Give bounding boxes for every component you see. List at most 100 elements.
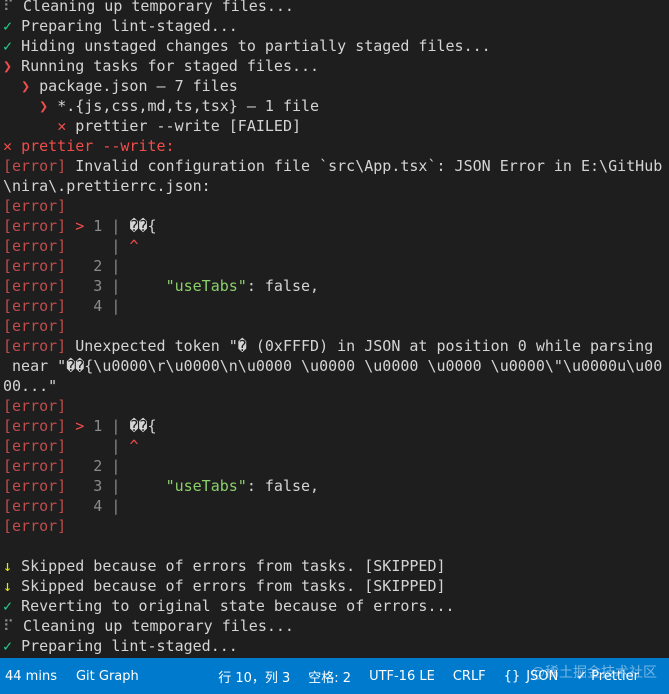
- terminal-line: [error] | ^: [0, 236, 669, 256]
- git-graph-button[interactable]: Git Graph: [76, 658, 139, 694]
- terminal-text-segment: [error]: [3, 237, 67, 255]
- terminal-text-segment: : false,: [246, 277, 320, 295]
- terminal-text-segment: 00...": [3, 377, 58, 395]
- watermark: @稀土掘金技术社区: [531, 665, 657, 681]
- terminal-text-segment: \nira\.prettierrc.json:: [3, 177, 211, 195]
- terminal-text-segment: ❯: [3, 57, 22, 75]
- terminal-text-segment: [error]: [3, 217, 67, 235]
- terminal-text-segment: Skipped because of errors from tasks. [S…: [21, 577, 446, 595]
- terminal-text-segment: ^: [129, 237, 139, 255]
- terminal-text-segment: [error]: [3, 337, 67, 355]
- terminal-line: ✓ Hiding unstaged changes to partially s…: [0, 36, 669, 56]
- terminal-text-segment: ��{: [129, 217, 157, 235]
- terminal-text-segment: ↓: [3, 557, 22, 575]
- terminal-text-segment: [error]: [3, 157, 67, 175]
- terminal-text-segment: Unexpected token "� (0xFFFD) in JSON at …: [66, 337, 654, 355]
- terminal-line: [error]: [0, 396, 669, 416]
- terminal-text-segment: |: [66, 237, 130, 255]
- terminal-text-segment: [error]: [3, 497, 67, 515]
- terminal-text-segment: ✓: [3, 637, 22, 655]
- status-bar: 44 mins Git Graph 行 10，列 3 空格: 2 UTF-16 …: [0, 658, 669, 694]
- terminal-text-segment: >: [75, 417, 85, 435]
- terminal-line: [error] > 1 | ��{: [0, 416, 669, 436]
- terminal-text-segment: ✓: [3, 37, 22, 55]
- terminal-line: ✓ Preparing lint-staged...: [0, 16, 669, 36]
- status-elapsed-time[interactable]: 44 mins: [5, 658, 57, 694]
- terminal-text-segment: Reverting to original state because of e…: [21, 597, 455, 615]
- terminal-text-segment: package.json — 7 files: [39, 77, 238, 95]
- terminal-text-segment: *.{js,css,md,ts,tsx} — 1 file: [57, 97, 320, 115]
- terminal-line: ❯ Running tasks for staged files...: [0, 56, 669, 76]
- terminal-line: [error] 2 |: [0, 456, 669, 476]
- terminal-text-segment: Skipped because of errors from tasks. [S…: [21, 557, 446, 575]
- terminal-text-segment: [error]: [3, 197, 67, 215]
- terminal-text-segment: Running tasks for staged files...: [21, 57, 320, 75]
- terminal-text-segment: "useTabs": [165, 277, 247, 295]
- terminal-text-segment: near "��{\u0000\r\u0000\n\u0000 \u0000 \…: [3, 357, 663, 375]
- terminal-text-segment: 4 |: [66, 497, 121, 515]
- indentation-selector[interactable]: 空格: 2: [308, 658, 351, 694]
- terminal-text-segment: [error]: [3, 457, 67, 475]
- terminal-text-segment: ⠏: [3, 617, 24, 635]
- terminal-text-segment: ^: [129, 437, 139, 455]
- terminal-text-segment: [error]: [3, 517, 67, 535]
- terminal-text-segment: 1 |: [84, 217, 130, 235]
- indentation-label: 空格: 2: [308, 670, 352, 686]
- terminal-text-segment: [error]: [3, 417, 67, 435]
- terminal-line: ✓ Preparing lint-staged...: [0, 636, 669, 656]
- terminal-line: [error] 3 | "useTabs": false,: [0, 476, 669, 496]
- terminal-line: ⠏ Cleaning up temporary files...: [0, 616, 669, 636]
- terminal-text-segment: ❯: [39, 97, 58, 115]
- terminal-line: ❯ package.json — 7 files: [0, 76, 669, 96]
- terminal-line: [error] Unexpected token "� (0xFFFD) in …: [0, 336, 669, 356]
- terminal-text-segment: ❯: [21, 77, 40, 95]
- elapsed-time-label: 44 mins: [5, 668, 57, 684]
- terminal-line: ✕ prettier --write [FAILED]: [0, 116, 669, 136]
- encoding-label: UTF-16 LE: [369, 668, 435, 684]
- terminal-text-segment: [error]: [3, 397, 67, 415]
- terminal-line: \nira\.prettierrc.json:: [0, 176, 669, 196]
- terminal-output[interactable]: ⠏ Cleaning up temporary files... ✓ Prepar…: [0, 0, 669, 658]
- terminal-text-segment: Preparing lint-staged...: [21, 637, 238, 655]
- terminal-line: ✕ prettier --write:: [0, 136, 669, 156]
- terminal-text-segment: Hiding unstaged changes to partially sta…: [21, 37, 491, 55]
- terminal-text-segment: |: [66, 437, 130, 455]
- terminal-text-segment: "useTabs": [165, 477, 247, 495]
- terminal-text-segment: ↓: [3, 577, 22, 595]
- terminal-text-segment: Invalid configuration file `src\App.tsx`…: [66, 157, 663, 175]
- terminal-line: [error] 2 |: [0, 256, 669, 276]
- git-graph-label: Git Graph: [75, 668, 139, 684]
- terminal-text-segment: ⠏: [3, 0, 24, 15]
- terminal-text-segment: 2 |: [66, 457, 121, 475]
- terminal-line: ⠏ Cleaning up temporary files...: [0, 0, 669, 16]
- terminal-text-segment: prettier --write:: [21, 137, 175, 155]
- terminal-line: ↓ Skipped because of errors from tasks. …: [0, 556, 669, 576]
- terminal-text-segment: [error]: [3, 297, 67, 315]
- terminal-text-segment: ✕: [57, 117, 76, 135]
- terminal-text-segment: ✓: [3, 17, 22, 35]
- terminal-text-segment: [error]: [3, 437, 67, 455]
- terminal-line: [error]: [0, 316, 669, 336]
- terminal-text-segment: 2 |: [66, 257, 121, 275]
- terminal-text-segment: >: [75, 217, 85, 235]
- eol-selector[interactable]: CRLF: [453, 658, 486, 694]
- terminal-text-segment: ��{: [129, 417, 157, 435]
- terminal-line: ❯ *.{js,css,md,ts,tsx} — 1 file: [0, 96, 669, 116]
- terminal-line: [error] 4 |: [0, 496, 669, 516]
- terminal-text-segment: [error]: [3, 277, 67, 295]
- terminal-text-segment: Cleaning up temporary files...: [23, 617, 294, 635]
- cursor-position-label: 行 10，列 3: [218, 670, 291, 686]
- terminal-line: [error]: [0, 196, 669, 216]
- terminal-text-segment: ✓: [3, 597, 22, 615]
- terminal-line: [error] 3 | "useTabs": false,: [0, 276, 669, 296]
- terminal-text-segment: 3 |: [66, 277, 121, 295]
- terminal-text-segment: 3 |: [66, 477, 121, 495]
- encoding-selector[interactable]: UTF-16 LE: [369, 658, 435, 694]
- terminal-text-segment: Cleaning up temporary files...: [23, 0, 294, 15]
- cursor-position[interactable]: 行 10，列 3: [218, 658, 290, 694]
- eol-label: CRLF: [452, 668, 486, 684]
- terminal-line: [error]: [0, 516, 669, 536]
- terminal-text-segment: 4 |: [66, 297, 121, 315]
